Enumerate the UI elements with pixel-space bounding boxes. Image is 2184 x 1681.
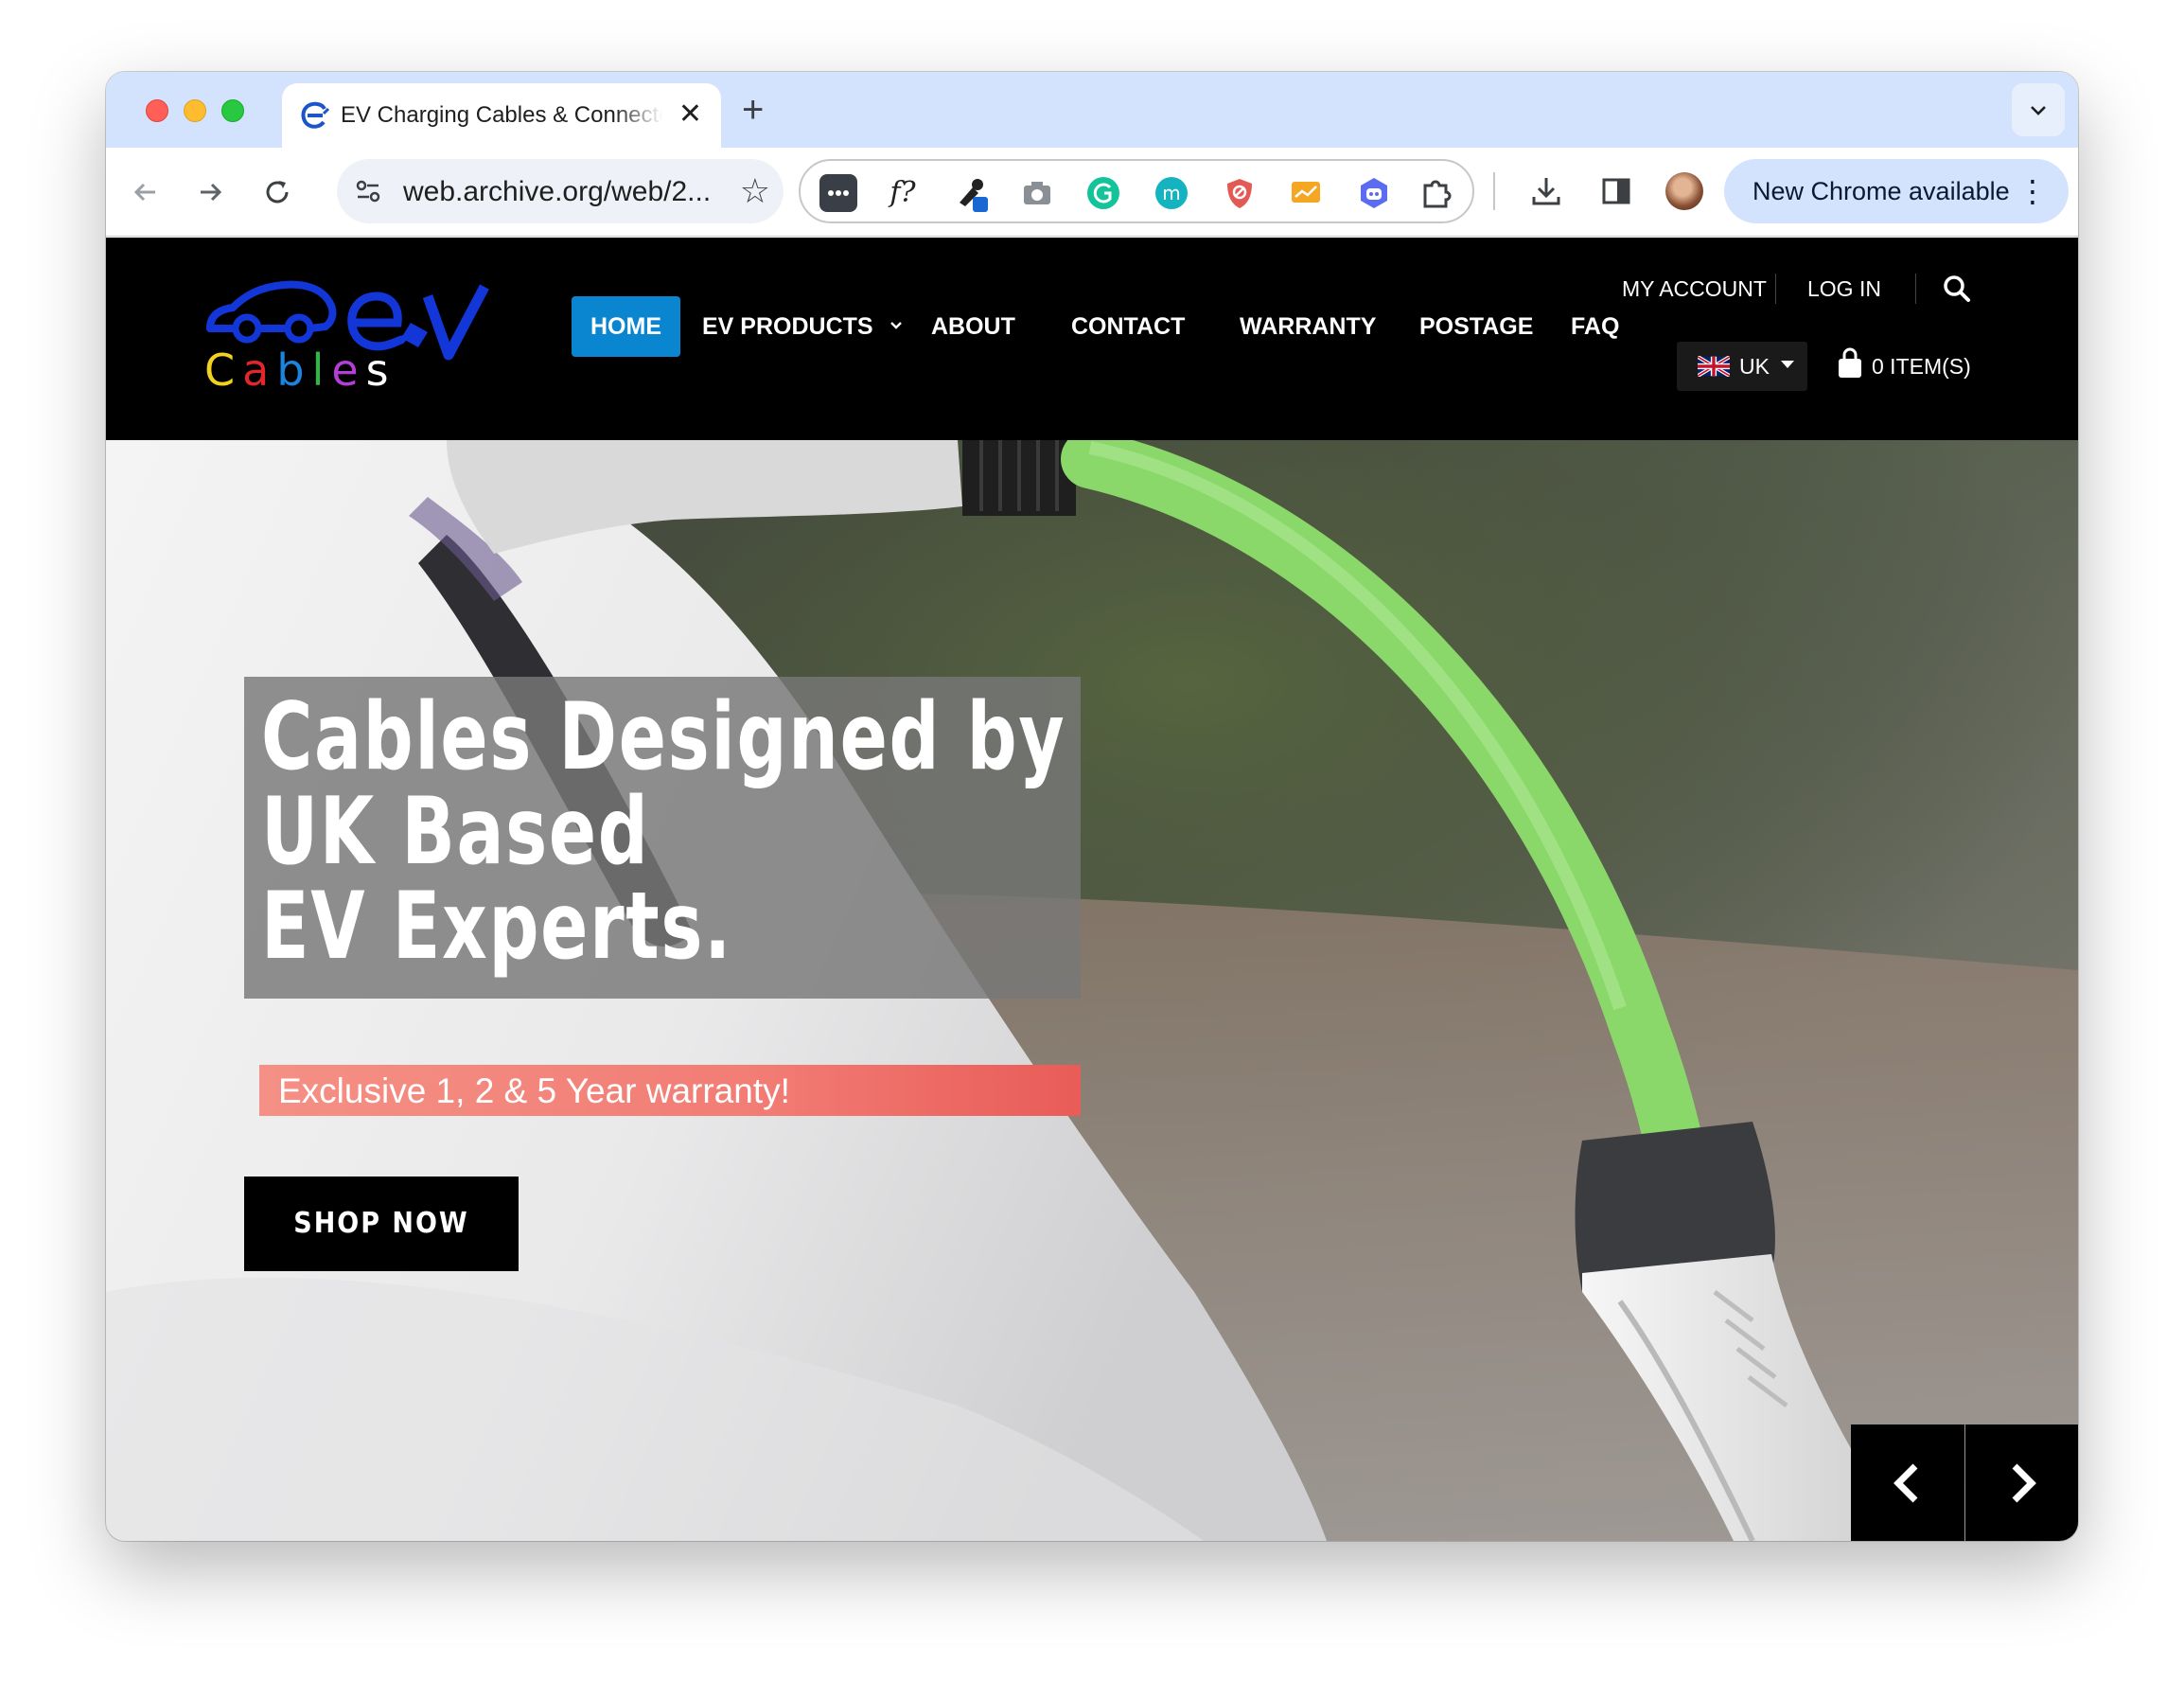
site-settings-icon[interactable] xyxy=(350,173,386,209)
extension-analytics-icon[interactable] xyxy=(1287,174,1325,212)
profile-avatar[interactable] xyxy=(1665,172,1703,210)
nav-postage[interactable]: POSTAGE xyxy=(1419,296,1533,357)
language-selector[interactable]: UK xyxy=(1677,342,1807,391)
download-icon[interactable] xyxy=(1524,168,1569,214)
nav-warranty[interactable]: WARRANTY xyxy=(1240,296,1376,357)
browser-window: EV Charging Cables & Connectors ✕ + web.… xyxy=(106,72,2078,1541)
extension-m-icon[interactable]: m xyxy=(1153,174,1190,212)
hero-headline: Cables Designed by UK Based EV Experts. xyxy=(261,690,1066,974)
cart-bag-icon xyxy=(1836,347,1864,381)
hero-headline-line: EV Experts. xyxy=(261,873,732,981)
slider-next-button[interactable] xyxy=(1965,1424,2078,1541)
warranty-text: Exclusive 1, 2 & 5 Year warranty! xyxy=(278,1071,790,1110)
hero-headline-line: UK Based xyxy=(261,778,650,886)
chevron-left-icon xyxy=(1893,1463,1918,1503)
header-divider xyxy=(1915,274,1916,304)
logo-letter: e xyxy=(331,345,366,396)
extensions-puzzle-icon[interactable] xyxy=(1418,174,1455,212)
hero-headline-box: Cables Designed by UK Based EV Experts. xyxy=(244,677,1081,999)
nav-ev-products-label: EV PRODUCTS xyxy=(702,313,873,340)
minimize-window-button[interactable] xyxy=(184,99,206,122)
extension-robot-icon[interactable] xyxy=(1355,174,1393,212)
nav-faq[interactable]: FAQ xyxy=(1571,296,1619,357)
chrome-update-button[interactable]: New Chrome available ⋮ xyxy=(1724,159,2069,223)
header-divider xyxy=(1775,274,1776,304)
chevron-down-icon xyxy=(889,322,902,329)
nav-ev-products[interactable]: EV PRODUCTS xyxy=(702,296,905,357)
nav-about[interactable]: ABOUT xyxy=(931,296,1015,357)
logo-letter: a xyxy=(242,345,277,396)
extensions-group: f? m xyxy=(799,159,1474,223)
tab-close-icon[interactable]: ✕ xyxy=(678,98,702,131)
tab-strip: EV Charging Cables & Connectors ✕ + xyxy=(106,72,2078,150)
hero-headline-line: Cables Designed by xyxy=(261,683,1066,791)
logo-letter: b xyxy=(276,345,312,396)
browser-toolbar: web.archive.org/web/2... ☆ f? m New Chro… xyxy=(106,148,2078,237)
warranty-banner: Exclusive 1, 2 & 5 Year warranty! xyxy=(259,1065,1081,1116)
shop-now-button[interactable]: SHOP NOW xyxy=(244,1177,519,1271)
logo-letter: s xyxy=(365,345,396,396)
extension-shield-icon[interactable] xyxy=(1221,174,1259,212)
extension-camera-icon[interactable] xyxy=(1018,174,1056,212)
log-in-link[interactable]: LOG IN xyxy=(1807,270,1881,308)
side-panel-icon[interactable] xyxy=(1594,168,1639,214)
cart-count: 0 ITEM(S) xyxy=(1872,354,1971,379)
forward-arrow-icon[interactable] xyxy=(189,170,233,214)
ev-cables-logo[interactable]: Cables xyxy=(204,274,526,397)
bookmark-star-icon[interactable]: ☆ xyxy=(740,170,770,212)
logo-cables-word: Cables xyxy=(204,345,396,395)
search-icon[interactable] xyxy=(1942,274,1972,304)
chevron-right-icon xyxy=(2012,1463,2036,1503)
maximize-window-button[interactable] xyxy=(221,99,244,122)
svg-text:m: m xyxy=(1162,182,1180,204)
slider-prev-button[interactable] xyxy=(1851,1424,1964,1541)
more-menu-icon[interactable]: ⋮ xyxy=(2017,170,2048,212)
extension-function-icon[interactable]: f? xyxy=(884,174,922,212)
url-text: web.archive.org/web/2... xyxy=(403,176,712,207)
site-header: Cables HOME EV PRODUCTS ABOUT CONTACT WA… xyxy=(106,238,2078,440)
site-favicon-icon xyxy=(299,100,330,131)
nav-home[interactable]: HOME xyxy=(572,296,680,357)
webpage: Cables HOME EV PRODUCTS ABOUT CONTACT WA… xyxy=(106,238,2078,1541)
uk-flag-icon xyxy=(1696,355,1732,378)
active-tab[interactable]: EV Charging Cables & Connectors ✕ xyxy=(282,83,721,150)
my-account-link[interactable]: MY ACCOUNT xyxy=(1622,270,1767,308)
logo-letter: l xyxy=(311,345,332,396)
tab-title: EV Charging Cables & Connectors xyxy=(341,102,662,128)
reload-icon[interactable] xyxy=(255,170,299,214)
back-arrow-icon[interactable] xyxy=(123,170,167,214)
language-label: UK xyxy=(1739,354,1770,379)
close-window-button[interactable] xyxy=(146,99,168,122)
tab-search-chevron-icon[interactable] xyxy=(2012,83,2065,136)
new-tab-button[interactable]: + xyxy=(742,89,764,131)
chrome-update-label: New Chrome available xyxy=(1752,177,2010,205)
address-bar[interactable]: web.archive.org/web/2... ☆ xyxy=(337,159,784,223)
extension-dots-icon[interactable] xyxy=(819,174,857,212)
extension-grammarly-icon[interactable] xyxy=(1084,174,1122,212)
logo-letter: C xyxy=(204,345,243,396)
extension-eyedropper-icon[interactable] xyxy=(952,174,990,212)
toolbar-separator xyxy=(1493,172,1495,210)
nav-contact[interactable]: CONTACT xyxy=(1071,296,1185,357)
caret-down-icon xyxy=(1781,361,1794,368)
hero-slider: Cables Designed by UK Based EV Experts. … xyxy=(106,440,2078,1541)
